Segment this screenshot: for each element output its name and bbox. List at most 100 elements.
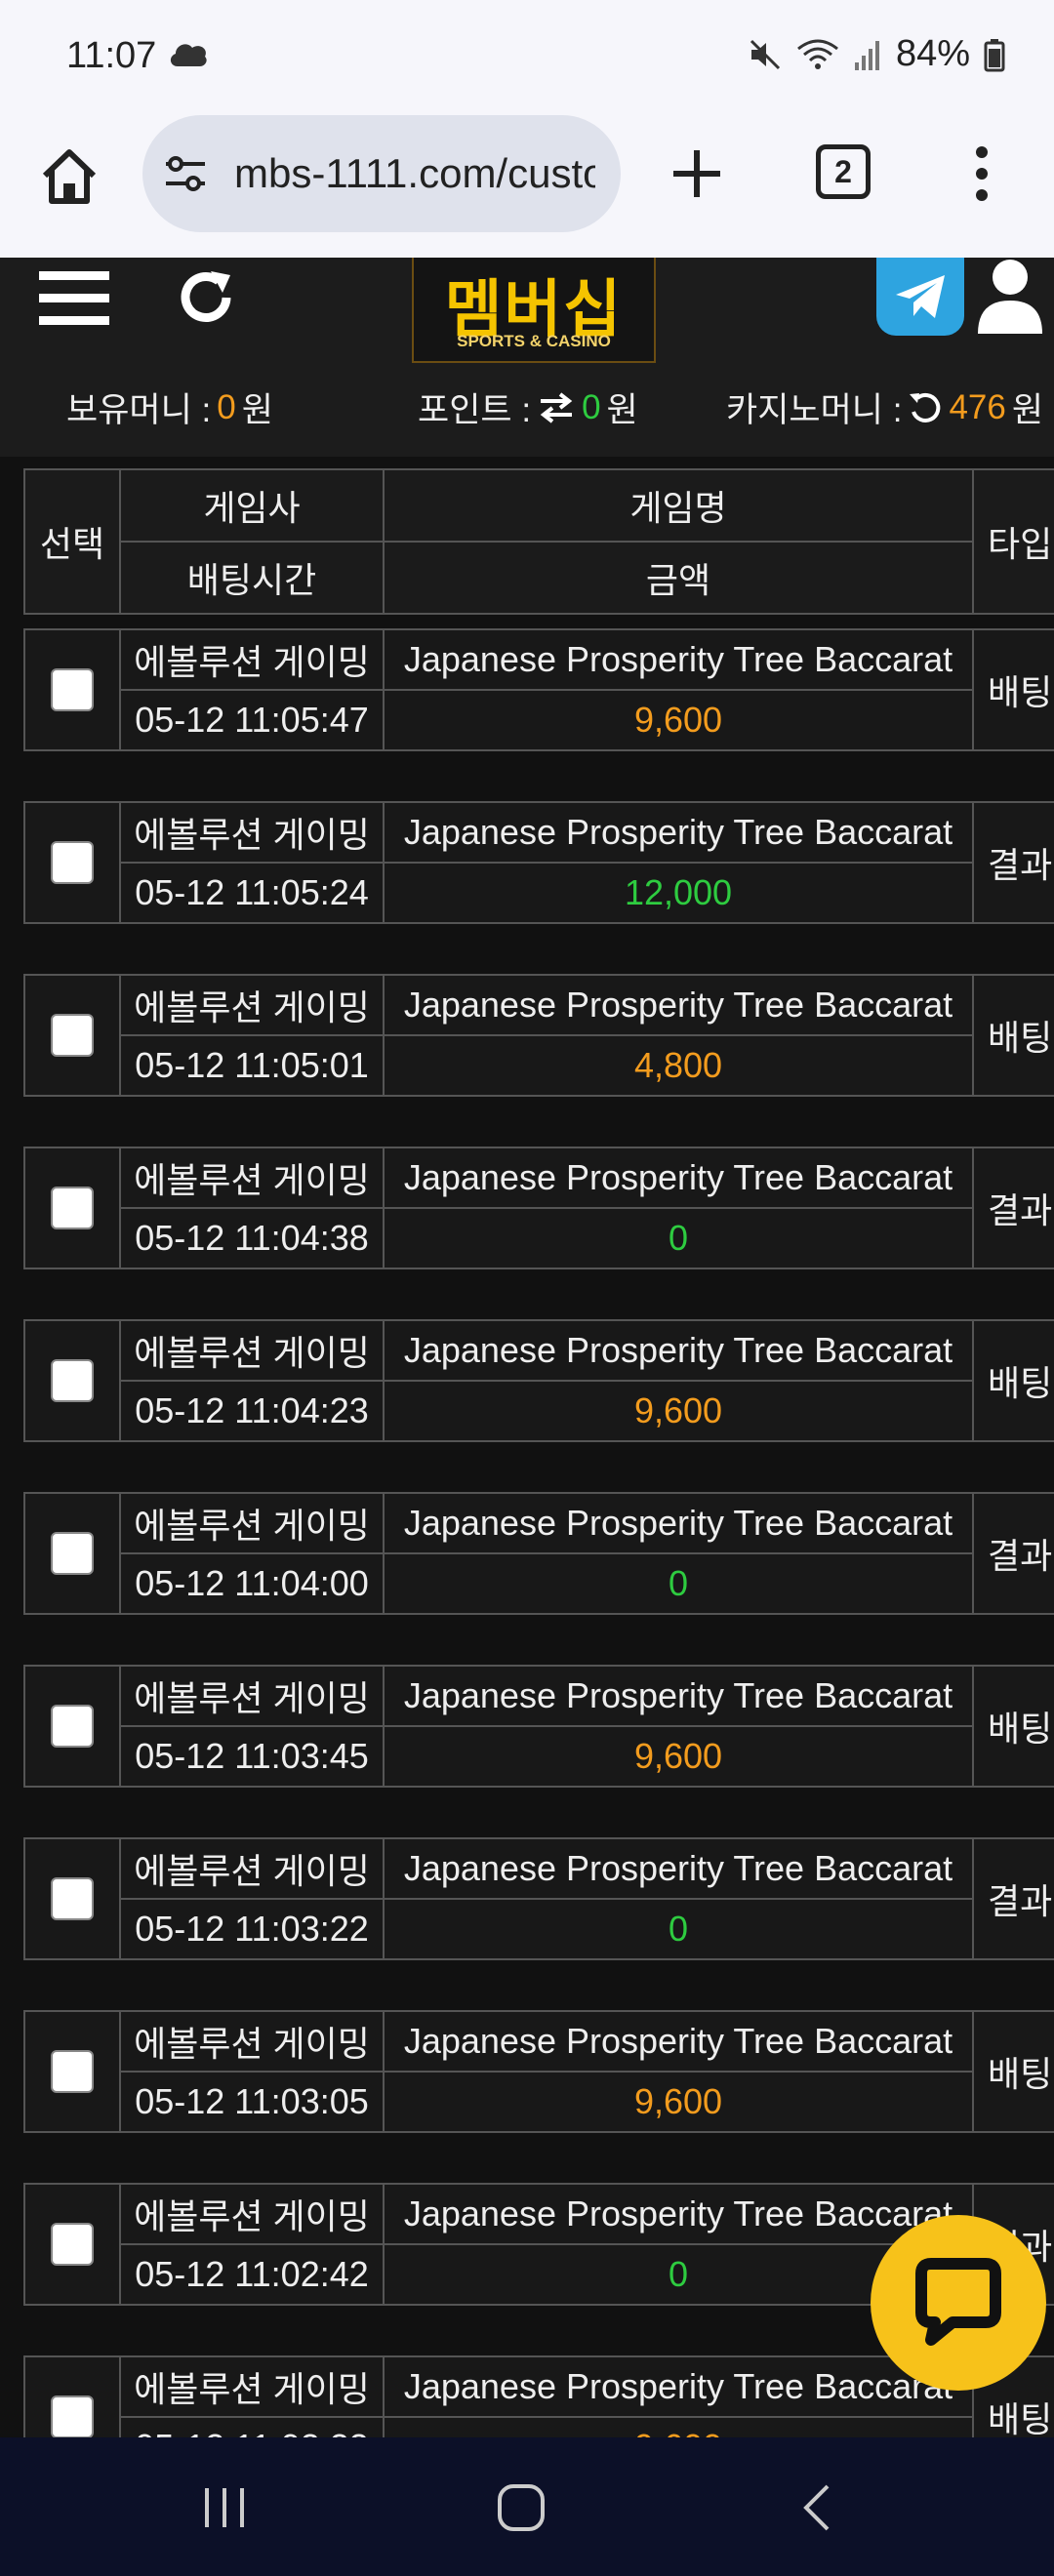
row-amount: 9,600 (383, 1380, 974, 1442)
row-game-name: Japanese Prosperity Tree Baccarat (383, 801, 974, 864)
row-game-name: Japanese Prosperity Tree Baccarat (383, 1837, 974, 1900)
row-bet-time: 05-12 11:02:42 (119, 2243, 385, 2306)
row-bet-time: 05-12 11:03:22 (119, 1898, 385, 1960)
row-type: 결과 (972, 1837, 1054, 1960)
row-provider: 에볼루션 게이밍 (119, 974, 385, 1036)
row-amount: 0 (383, 1207, 974, 1269)
row-type: 결과 (972, 801, 1054, 924)
row-amount: 9,600 (383, 1725, 974, 1788)
row-bet-time: 05-12 11:03:05 (119, 2071, 385, 2133)
header-amount: 금액 (383, 541, 974, 615)
row-checkbox[interactable] (51, 1359, 94, 1402)
row-game-name: Japanese Prosperity Tree Baccarat (383, 1319, 974, 1382)
browser-toolbar: mbs-1111.com/custo 2 (0, 105, 1054, 258)
bet-history-table: 선택 게임사 게임명 타입 배팅시간 금액 에볼루션 게이밍 Japanese P… (0, 457, 1054, 2437)
row-amount: 4,800 (383, 1034, 974, 1097)
row-select-cell (23, 2355, 121, 2437)
row-provider: 에볼루션 게이밍 (119, 2010, 385, 2073)
row-checkbox[interactable] (51, 1705, 94, 1748)
row-bet-time: 05-12 11:04:00 (119, 1552, 385, 1615)
site-header: 멤버십 SPORTS & CASINO 보유머니 : 0 원 포인트 : 0 원… (0, 258, 1054, 457)
row-provider: 에볼루션 게이밍 (119, 628, 385, 691)
row-select-cell (23, 628, 121, 751)
header-provider: 게임사 (119, 468, 385, 543)
row-game-name: Japanese Prosperity Tree Baccarat (383, 1492, 974, 1554)
row-game-name: Japanese Prosperity Tree Baccarat (383, 1147, 974, 1209)
cloud-icon (170, 44, 207, 66)
row-bet-time: 05-12 11:04:38 (119, 1207, 385, 1269)
recents-icon[interactable] (195, 2480, 254, 2535)
row-amount: 12,000 (383, 862, 974, 924)
row-amount: 9,600 (383, 2071, 974, 2133)
more-options-icon[interactable] (972, 144, 992, 203)
row-game-name: Japanese Prosperity Tree Baccarat (383, 2010, 974, 2073)
row-checkbox[interactable] (51, 1014, 94, 1057)
row-bet-time: 05-12 11:05:47 (119, 689, 385, 751)
row-select-cell (23, 1665, 121, 1788)
signal-icon (854, 40, 879, 70)
row-type: 배팅 (972, 1665, 1054, 1788)
row-game-name: Japanese Prosperity Tree Baccarat (383, 1665, 974, 1727)
row-checkbox[interactable] (51, 2223, 94, 2266)
status-bar: 11:07 84% (0, 0, 1054, 105)
row-select-cell (23, 2183, 121, 2306)
user-icon[interactable] (974, 258, 1046, 338)
telegram-icon (896, 275, 945, 318)
row-provider: 에볼루션 게이밍 (119, 2355, 385, 2418)
row-provider: 에볼루션 게이밍 (119, 2183, 385, 2245)
back-icon[interactable] (789, 2480, 847, 2535)
row-provider: 에볼루션 게이밍 (119, 1665, 385, 1727)
casino-label: 카지노머니 : (726, 391, 903, 429)
money-balance: 보유머니 : 0 원 (66, 382, 273, 432)
row-amount: 9,600 (383, 689, 974, 751)
exchange-icon[interactable] (537, 391, 576, 424)
row-amount: 9,600 (383, 2416, 974, 2437)
refresh-icon[interactable] (174, 265, 238, 330)
telegram-button[interactable] (876, 258, 964, 336)
new-tab-icon[interactable] (669, 146, 724, 201)
undo-refresh-icon[interactable] (908, 390, 943, 425)
live-chat-button[interactable] (871, 2215, 1046, 2391)
row-bet-time: 05-12 11:03:45 (119, 1725, 385, 1788)
wifi-icon (797, 39, 838, 69)
row-select-cell (23, 1319, 121, 1442)
row-game-name: Japanese Prosperity Tree Baccarat (383, 974, 974, 1036)
row-type: 결과 (972, 1492, 1054, 1615)
home-nav-icon[interactable] (492, 2480, 550, 2535)
site-settings-icon[interactable] (164, 154, 207, 193)
row-select-cell (23, 1837, 121, 1960)
row-provider: 에볼루션 게이밍 (119, 1837, 385, 1900)
row-select-cell (23, 1147, 121, 1269)
row-select-cell (23, 1492, 121, 1615)
row-type: 결과 (972, 1147, 1054, 1269)
tab-switcher-button[interactable]: 2 (816, 144, 871, 199)
row-checkbox[interactable] (51, 2395, 94, 2437)
row-bet-time: 05-12 11:05:24 (119, 862, 385, 924)
money-label: 보유머니 : (66, 391, 212, 429)
row-checkbox[interactable] (51, 2050, 94, 2093)
row-checkbox[interactable] (51, 841, 94, 884)
header-bet-time: 배팅시간 (119, 541, 385, 615)
address-bar[interactable]: mbs-1111.com/custo (142, 115, 621, 232)
hamburger-menu-icon[interactable] (39, 269, 109, 328)
header-game-name: 게임명 (383, 468, 974, 543)
row-checkbox[interactable] (51, 1877, 94, 1920)
point-value: 0 (582, 387, 601, 426)
row-checkbox[interactable] (51, 1187, 94, 1229)
money-unit: 원 (241, 391, 273, 429)
row-checkbox[interactable] (51, 668, 94, 711)
status-time: 11:07 (66, 35, 157, 76)
row-type: 배팅 (972, 974, 1054, 1097)
row-type: 배팅 (972, 1319, 1054, 1442)
money-value: 0 (217, 387, 236, 426)
point-balance: 포인트 : 0 원 (418, 382, 638, 432)
row-provider: 에볼루션 게이밍 (119, 1319, 385, 1382)
balance-bar: 보유머니 : 0 원 포인트 : 0 원 카지노머니 : 476 원 (0, 365, 1054, 433)
home-icon[interactable] (37, 144, 101, 209)
url-text: mbs-1111.com/custo (234, 150, 595, 196)
row-select-cell (23, 974, 121, 1097)
site-logo[interactable]: 멤버십 SPORTS & CASINO (412, 258, 656, 363)
row-checkbox[interactable] (51, 1532, 94, 1575)
header-type: 타입 (972, 468, 1054, 615)
row-type: 배팅 (972, 2010, 1054, 2133)
